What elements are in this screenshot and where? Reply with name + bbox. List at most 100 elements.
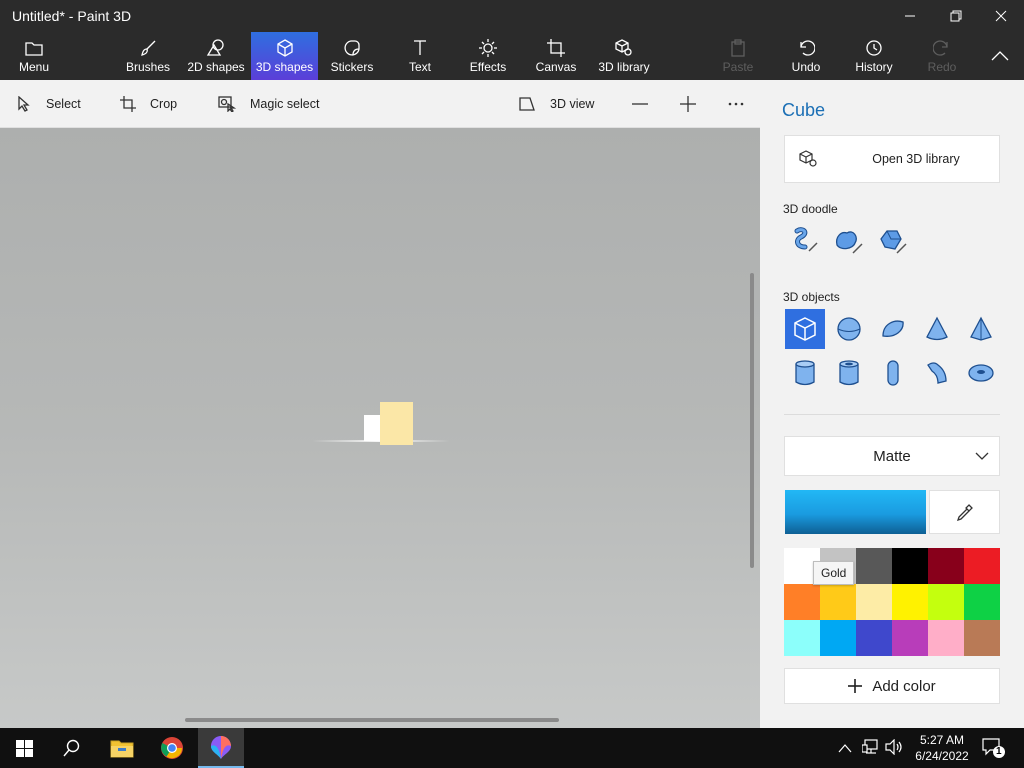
menu-label: Menu (18, 60, 50, 74)
redo-button[interactable]: Redo (922, 32, 962, 80)
sticker-icon (344, 40, 360, 56)
2d-shapes-button[interactable]: 2D shapes (184, 32, 248, 80)
cube-tool[interactable] (785, 309, 825, 349)
crop-icon (120, 96, 136, 112)
color-swatch[interactable] (892, 584, 928, 620)
pointer-icon (18, 96, 30, 112)
crop-button[interactable]: Crop (120, 80, 177, 128)
taskbar: 5:27 AM 6/24/2022 1 (0, 728, 1024, 768)
color-swatch[interactable] (964, 620, 1000, 656)
chrome-button[interactable] (148, 728, 196, 768)
undo-button[interactable]: Undo (784, 32, 828, 80)
curved-cylinder-icon (927, 362, 947, 384)
magic-select-icon (218, 96, 236, 112)
paste-label: Paste (722, 60, 754, 74)
cone-tool[interactable] (917, 309, 957, 349)
color-swatch[interactable] (964, 584, 1000, 620)
paint-3d-taskbar-button[interactable] (198, 728, 244, 768)
history-icon (866, 40, 882, 56)
history-button[interactable]: History (850, 32, 898, 80)
brushes-button[interactable]: Brushes (122, 32, 174, 80)
tube-icon (839, 360, 859, 386)
canvas-button[interactable]: Canvas (532, 32, 580, 80)
show-hidden-icons-button[interactable] (838, 740, 852, 758)
3d-library-button[interactable]: 3D library (594, 32, 654, 80)
cube-object[interactable] (380, 402, 413, 445)
2d-shapes-icon (206, 39, 224, 56)
3d-library-icon (615, 39, 632, 56)
paint-3d-icon (211, 736, 231, 759)
start-button[interactable] (0, 728, 48, 768)
cylinder-icon (795, 360, 815, 386)
soft-doodle-icon (835, 231, 863, 254)
color-swatch[interactable] (892, 620, 928, 656)
horizontal-scrollbar[interactable] (185, 718, 559, 722)
color-swatch[interactable] (856, 584, 892, 620)
canvas-area[interactable] (0, 128, 760, 728)
3d-library-label: 3D library (598, 60, 650, 74)
minimize-button[interactable] (887, 0, 933, 32)
current-color-swatch[interactable] (785, 490, 926, 534)
stickers-button[interactable]: Stickers (326, 32, 378, 80)
tube-tool[interactable] (829, 353, 869, 393)
menu-button[interactable]: Menu (10, 32, 58, 80)
network-button[interactable] (861, 739, 880, 760)
canvas-label: Canvas (535, 60, 577, 74)
curved-cylinder-tool[interactable] (917, 353, 957, 393)
search-button[interactable] (48, 728, 96, 768)
color-swatch[interactable] (892, 548, 928, 584)
color-tooltip: Gold (813, 561, 855, 585)
close-button[interactable] (978, 0, 1024, 32)
color-swatch[interactable] (928, 548, 964, 584)
hemisphere-icon (882, 320, 904, 337)
file-explorer-button[interactable] (98, 728, 146, 768)
collapse-ribbon-button[interactable] (980, 32, 1020, 80)
soft-edge-doodle-tool[interactable] (828, 220, 868, 260)
plus-icon (680, 96, 696, 112)
text-label: Text (408, 60, 431, 74)
material-dropdown[interactable]: Matte (784, 436, 1000, 476)
eyedropper-button[interactable] (929, 490, 1000, 534)
color-swatch[interactable] (820, 620, 856, 656)
donut-tool[interactable] (961, 353, 1001, 393)
sphere-tool[interactable] (829, 309, 869, 349)
open-3d-library-label: Open 3D library (872, 152, 960, 166)
select-button[interactable]: Select (16, 80, 81, 128)
3d-doodle-heading: 3D doodle (783, 202, 838, 216)
paste-button[interactable]: Paste (716, 32, 760, 80)
canvas-icon (547, 39, 565, 57)
color-swatch[interactable] (820, 584, 856, 620)
color-swatch[interactable] (856, 548, 892, 584)
cube-object-side[interactable] (364, 415, 380, 441)
zoom-in-button[interactable] (680, 80, 696, 128)
color-swatch[interactable] (928, 620, 964, 656)
capsule-tool[interactable] (873, 353, 913, 393)
magic-select-button[interactable]: Magic select (218, 80, 319, 128)
text-button[interactable]: Text (396, 32, 444, 80)
color-swatch[interactable] (856, 620, 892, 656)
add-color-button[interactable]: Add color (784, 668, 1000, 704)
tube-doodle-tool[interactable] (872, 220, 912, 260)
vertical-scrollbar[interactable] (750, 273, 754, 568)
clock[interactable]: 5:27 AM 6/24/2022 (912, 732, 972, 764)
3d-shapes-button[interactable]: 3D shapes (251, 32, 318, 80)
hemisphere-tool[interactable] (873, 309, 913, 349)
color-swatch[interactable] (964, 548, 1000, 584)
cylinder-tool[interactable] (785, 353, 825, 393)
speaker-icon (885, 738, 902, 756)
sharp-edge-doodle-tool[interactable] (784, 220, 824, 260)
color-swatch[interactable] (784, 584, 820, 620)
zoom-out-button[interactable] (632, 80, 648, 128)
notification-center-button[interactable]: 1 (982, 737, 1006, 764)
3d-view-button[interactable]: 3D view (518, 80, 594, 128)
more-options-button[interactable] (728, 80, 744, 128)
volume-button[interactable] (885, 738, 903, 760)
color-swatch[interactable] (928, 584, 964, 620)
color-swatch[interactable] (784, 620, 820, 656)
pyramid-tool[interactable] (961, 309, 1001, 349)
open-3d-library-button[interactable]: Open 3D library (784, 135, 1000, 183)
history-label: History (855, 60, 893, 74)
cone-icon (926, 316, 948, 341)
effects-button[interactable]: Effects (464, 32, 512, 80)
restore-button[interactable] (933, 0, 979, 32)
